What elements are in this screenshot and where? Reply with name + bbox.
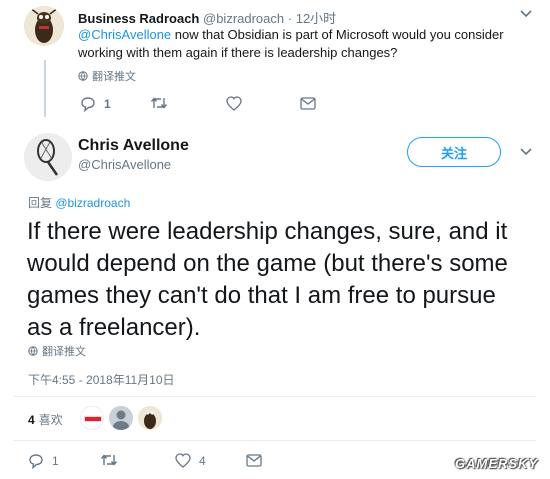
author-handle[interactable]: @ChrisAvellone [78, 157, 171, 172]
replying-to-handle-link[interactable]: @bizradroach [55, 196, 130, 210]
reply-text-line-1: now that Obsidian is part of Microsoft w… [171, 27, 504, 42]
reply-tweet-more-chevron-icon[interactable] [520, 10, 532, 18]
liker-avatars [80, 406, 162, 430]
globe-icon [78, 71, 88, 81]
retweet-icon [150, 96, 168, 110]
main-tweet-reply-count: 1 [52, 454, 59, 468]
main-tweet-more-chevron-icon[interactable] [520, 148, 532, 156]
reply-tweet-like-button[interactable] [226, 96, 242, 111]
author-display-name[interactable]: Chris Avellone [78, 137, 189, 155]
envelope-icon [300, 97, 316, 110]
follow-button[interactable]: 关注 [407, 137, 501, 167]
main-text-line-1: If there were leadership changes, sure, … [27, 218, 508, 245]
header-separator: · [287, 11, 293, 26]
main-tweet-text: If there were leadership changes, sure, … [27, 216, 537, 344]
main-text-line-3: games they can't do that I am free to pu… [27, 282, 496, 309]
replying-to-label: 回复 [28, 196, 53, 210]
tweet-timestamp[interactable]: 下午4:55 - 2018年11月10日 [28, 371, 175, 388]
likes-stat-label: 喜欢 [38, 413, 63, 427]
main-text-line-4: as a freelancer). [27, 314, 201, 341]
reply-tweet-dm-button[interactable] [300, 97, 316, 110]
main-tweet-reply-button[interactable]: 1 [28, 453, 59, 469]
reply-tweet-time[interactable]: 12小时 [296, 11, 336, 26]
gamersky-watermark: GAMERSKY [455, 456, 539, 471]
likes-stat[interactable]: 4 喜欢 [28, 411, 63, 428]
globe-icon [28, 346, 38, 356]
reply-tweet-reply-count: 1 [104, 97, 111, 111]
divider-bottom [14, 440, 536, 441]
heart-icon [226, 96, 242, 111]
liker-avatar-3[interactable] [138, 406, 162, 430]
reply-icon [28, 453, 44, 469]
reply-author-name[interactable]: Business Radroach [78, 11, 199, 26]
avatar-business-radroach[interactable] [24, 6, 64, 46]
heart-icon [175, 453, 191, 468]
main-translate-label: 翻译推文 [42, 346, 86, 358]
envelope-icon [246, 454, 262, 467]
main-text-line-2: would depend on the game (but there's so… [27, 250, 508, 277]
likes-stat-count: 4 [28, 412, 35, 427]
reply-icon [80, 96, 96, 112]
main-tweet-retweet-button[interactable] [100, 453, 118, 467]
main-tweet-dm-button[interactable] [246, 454, 262, 467]
reply-tweet-retweet-button[interactable] [150, 96, 168, 110]
main-tweet-like-button[interactable]: 4 [175, 453, 206, 468]
reply-translate-link[interactable]: 翻译推文 [78, 68, 136, 84]
liker-avatar-2[interactable] [109, 406, 133, 430]
avatar-chris-avellone[interactable] [24, 133, 72, 181]
liker-avatar-1[interactable] [80, 406, 104, 430]
replying-to: 回复 @bizradroach [28, 194, 130, 211]
main-tweet-like-count: 4 [199, 453, 206, 468]
reply-tweet-header: Business Radroach @bizradroach · 12小时 [78, 8, 336, 27]
reply-author-handle[interactable]: @bizradroach [203, 11, 284, 26]
thread-connector-line [44, 60, 46, 117]
retweet-icon [100, 453, 118, 467]
reply-translate-label: 翻译推文 [92, 71, 136, 83]
divider-top [14, 396, 536, 397]
main-translate-link[interactable]: 翻译推文 [28, 343, 86, 359]
reply-tweet-reply-button[interactable]: 1 [80, 96, 111, 112]
reply-tweet-text: @ChrisAvellone now that Obsidian is part… [78, 26, 518, 62]
reply-text-line-2: working with them again if there is lead… [78, 45, 398, 60]
reply-mention-link[interactable]: @ChrisAvellone [78, 27, 171, 42]
